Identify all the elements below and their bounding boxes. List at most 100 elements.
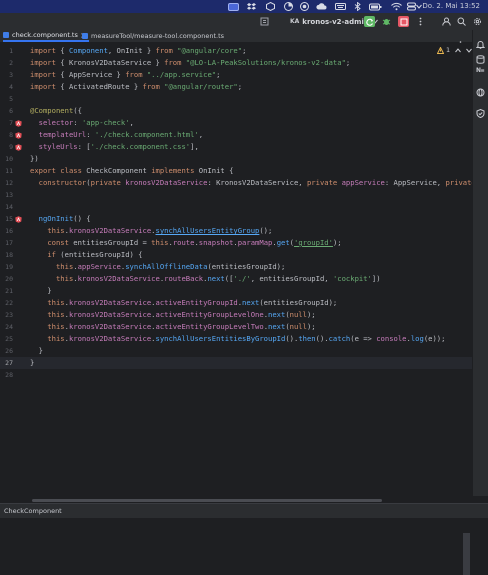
angular-navigation-icon[interactable] [15,216,22,223]
line-number: 2 [9,59,13,67]
shield-check-icon[interactable] [476,103,485,119]
code-line[interactable]: 16 this.kronosV2DataService.synchAllUser… [0,225,472,237]
line-number: 8 [9,131,13,139]
code-line[interactable]: 12 constructor(private kronosV2DataServi… [0,177,484,189]
code-line[interactable]: 28 [0,369,472,381]
code-text: this.kronosV2DataService.routeBack.next(… [55,274,381,283]
tab-check-component[interactable]: check.component.ts [3,30,89,42]
code-line[interactable]: 21 } [0,285,472,297]
angular-navigation-icon[interactable] [15,132,22,139]
code-line[interactable]: 17 const entitiesGroupId = this.route.sn… [0,237,472,249]
run-button[interactable] [364,16,375,27]
tool-window-pane[interactable] [0,518,488,575]
code-line[interactable]: 13 [0,189,472,201]
line-number: 23 [5,311,13,319]
bluetooth-icon[interactable] [353,2,362,11]
settings-gear-icon[interactable] [472,16,483,27]
code-line[interactable]: 11 export class CheckComponent implements… [0,165,472,177]
code-line[interactable]: 7 selector: 'app-check', [0,117,472,129]
database-icon[interactable] [476,49,485,64]
code-text: import { AppService } from "../app.servi… [30,70,221,79]
code-line[interactable]: 25 this.kronosV2DataService.synchAllUser… [0,333,472,345]
breadcrumb[interactable]: CheckComponent [4,507,62,515]
code-line[interactable]: 23 this.kronosV2DataService.activeEntity… [0,309,472,321]
chevron-down-icon[interactable] [416,2,422,11]
search-icon[interactable] [456,16,467,27]
ide-toolbar: KA kronos-v2-admin [0,13,488,30]
code-text: this.kronosV2DataService.activeEntityGro… [47,322,316,331]
code-line[interactable]: 24 this.kronosV2DataService.activeEntity… [0,321,472,333]
more-actions-icon[interactable] [415,16,426,27]
menubar-clock[interactable]: Do. 2. Mai 13:52 [422,1,480,12]
line-number: 9 [9,143,13,151]
code-line[interactable]: 4 import { ActivatedRoute } from "@angula… [0,81,472,93]
code-text: styleUrls: ['./check.component.css'], [38,142,199,151]
app-switcher-icon[interactable] [228,2,239,11]
code-line[interactable]: 18 if (entitiesGroupId) { [0,249,472,261]
line-number: 3 [9,71,13,79]
code-text: } [30,358,35,367]
line-number: 17 [5,239,13,247]
code-line[interactable]: 8 templateUrl: './check.component.html', [0,129,472,141]
code-text: this.kronosV2DataService.synchAllUsersEn… [47,334,446,343]
wifi-icon[interactable] [391,2,402,11]
record-icon[interactable] [300,2,309,11]
dropbox-icon[interactable] [247,2,256,11]
code-text: const entitiesGroupId = this.route.snaps… [47,238,342,247]
svg-text:≡: ≡ [481,68,485,74]
add-user-icon[interactable] [441,16,452,27]
line-number: 16 [5,227,13,235]
project-name: kronos-v2-admin [302,17,369,26]
line-number: 15 [5,215,13,223]
code-line[interactable]: 6 @Component({ [0,105,472,117]
code-line[interactable]: 2 import { KronosV2DataService } from "@L… [0,57,472,69]
code-line[interactable]: 10}) [0,153,472,165]
typescript-file-icon [82,33,88,39]
code-line[interactable]: 3 import { AppService } from "../app.serv… [0,69,472,81]
code-line[interactable]: 27} [0,357,472,369]
line-number: 18 [5,251,13,259]
debug-button[interactable] [381,16,392,27]
code-line[interactable]: 15 ngOnInit() { [0,213,472,225]
control-center-icon[interactable] [407,2,416,11]
chevron-up-icon[interactable] [455,47,462,53]
line-number: 28 [5,371,13,379]
reader-mode-icon[interactable] [259,16,270,27]
code-line[interactable]: 14 [0,201,472,213]
line-number: 13 [5,191,13,199]
pie-icon[interactable] [284,2,293,11]
macos-menubar: Do. 2. Mai 13:52 [0,0,488,13]
tab-measure-tool-component[interactable]: measureTool/measure-tool.component.ts [82,30,224,42]
stop-icon [400,18,407,25]
code-text: templateUrl: './check.component.html', [38,130,204,139]
line-number: 4 [9,83,13,91]
globe-icon[interactable] [476,82,485,97]
horizontal-scrollbar[interactable] [32,499,382,502]
line-number: 27 [5,359,13,367]
code-text: this.kronosV2DataService.activeEntityGro… [47,298,338,307]
code-line[interactable]: 9 styleUrls: ['./check.component.css'], [0,141,472,153]
code-line[interactable]: 26 } [0,345,472,357]
keyboard-icon[interactable] [335,2,346,11]
code-line[interactable]: 20 this.kronosV2DataService.routeBack.ne… [0,273,472,285]
stop-button[interactable] [398,16,409,27]
line-number: 1 [9,47,13,55]
code-line[interactable]: 1 import { Component, OnInit } from "@ang… [0,45,472,57]
warning-icon [437,46,444,54]
right-tool-strip: N ≡ [472,30,488,496]
cube-icon[interactable] [266,2,275,11]
line-number: 7 [9,119,13,127]
cloud-icon[interactable] [316,2,327,11]
angular-navigation-icon[interactable] [15,144,22,151]
code-line[interactable]: 19 this.appService.synchAllOfflineData(e… [0,261,472,273]
notifications-bell-icon[interactable] [475,34,486,49]
code-line[interactable]: 22 this.kronosV2DataService.activeEntity… [0,297,472,309]
code-line[interactable]: 5 [0,93,472,105]
code-editor[interactable]: 1 import { Component, OnInit } from "@ang… [0,43,484,496]
ai-assistant-icon[interactable]: N ≡ [476,65,485,74]
angular-navigation-icon[interactable] [15,120,22,127]
vertical-scrollbar[interactable] [463,533,470,575]
inspection-widget[interactable]: 1 [437,46,473,54]
code-text: selector: 'app-check', [38,118,134,127]
editor-tab-bar: check.component.ts measureTool/measure-t… [0,30,488,48]
